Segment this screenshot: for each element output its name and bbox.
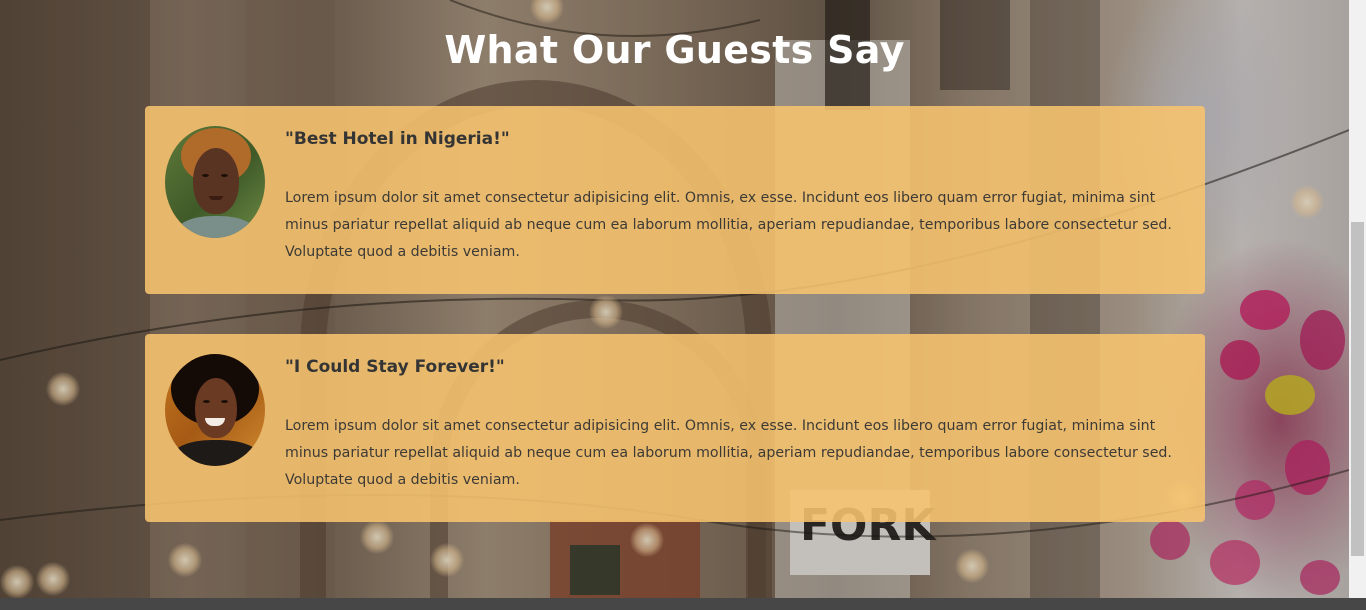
- testimonial-heading: "I Could Stay Forever!": [285, 357, 505, 377]
- guest-avatar: [165, 354, 265, 466]
- page-scrollbar[interactable]: [1349, 0, 1366, 598]
- guest-avatar: [165, 126, 265, 238]
- testimonial-heading: "Best Hotel in Nigeria!": [285, 129, 510, 149]
- testimonial-text: Lorem ipsum dolor sit amet consectetur a…: [285, 190, 1172, 260]
- scrollbar-thumb[interactable]: [1351, 222, 1364, 556]
- testimonials-viewport: FORK What Our Guests Say "Best Hotel in …: [0, 0, 1366, 610]
- testimonial-text: Lorem ipsum dolor sit amet consectetur a…: [285, 418, 1172, 488]
- testimonial-card: "Best Hotel in Nigeria!" Lorem ipsum dol…: [145, 106, 1205, 294]
- testimonial-card: "I Could Stay Forever!" Lorem ipsum dolo…: [145, 334, 1205, 522]
- section-title: What Our Guests Say: [444, 28, 905, 72]
- footer-strip: [0, 598, 1366, 610]
